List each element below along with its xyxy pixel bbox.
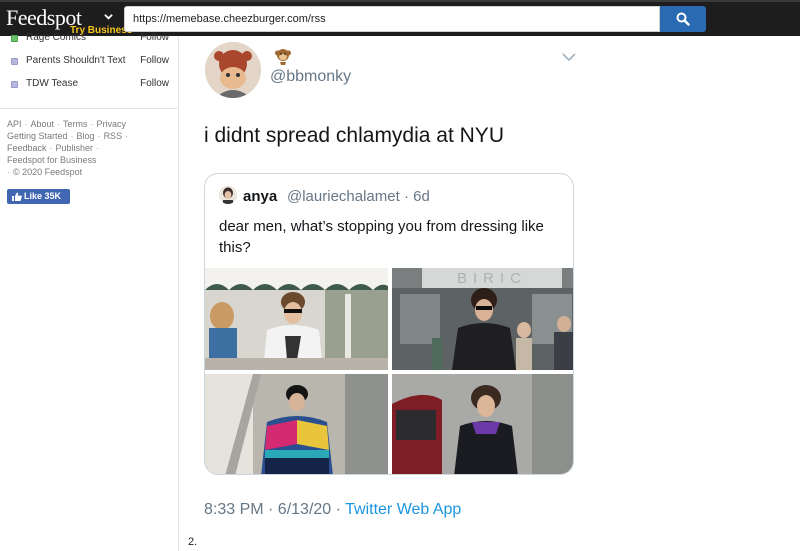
footer-links-row-1: API · About · Terms · Privacy [7, 119, 127, 129]
avatar[interactable] [205, 42, 261, 98]
url-input[interactable]: https://memebase.cheezburger.com/rss [124, 6, 660, 32]
feed-content: @bbmonky i didnt spread chlamydia at NYU… [180, 36, 800, 551]
feed-icon [11, 35, 18, 42]
sidebar: Rage Comics Follow Parents Shouldn't Tex… [0, 32, 179, 551]
street-photo-image: BIRIC [392, 268, 573, 370]
photo-grid: BIRIC [205, 268, 573, 474]
photo-1[interactable] [205, 268, 388, 370]
quoted-tweet[interactable]: anya @lauriechalamet · 6d dear men, what… [204, 173, 574, 475]
feedback-link[interactable]: Feedback [7, 143, 47, 153]
monkey-emoji-icon [275, 49, 291, 65]
street-photo-image [205, 374, 388, 474]
feed-icon [11, 58, 18, 65]
terms-link[interactable]: Terms [63, 119, 88, 129]
privacy-link[interactable]: Privacy [97, 119, 127, 129]
copyright: © 2020 Feedspot [13, 167, 83, 177]
photo-3[interactable] [205, 374, 388, 474]
like-count: Like 35K [24, 191, 62, 201]
storefront-sign: BIRIC [457, 270, 527, 287]
search-icon [676, 12, 690, 26]
footer-copyright-row: · © 2020 Feedspot [7, 167, 83, 177]
tweet-text: i didnt spread chlamydia at NYU [204, 124, 504, 147]
top-border [0, 0, 800, 2]
street-photo-image [392, 374, 573, 474]
tweet-timestamp-row: 8:33 PM · 6/13/20 · Twitter Web App [204, 501, 461, 519]
avatar-image [219, 186, 237, 204]
follow-button[interactable]: Follow [140, 55, 169, 66]
tweet-source-link[interactable]: Twitter Web App [345, 501, 461, 518]
feed-item[interactable]: Rage Comics Follow [0, 30, 179, 48]
chevron-down-icon [104, 14, 113, 20]
getting-started-link[interactable]: Getting Started [7, 131, 68, 141]
tweet-timestamp: 8:33 PM · 6/13/20 · [204, 501, 346, 518]
search-button[interactable] [660, 6, 706, 32]
feed-name: Parents Shouldn't Text [26, 55, 126, 66]
about-link[interactable]: About [31, 119, 55, 129]
footer-links-row-2: Getting Started · Blog · RSS · [7, 131, 129, 141]
avatar-image [205, 42, 261, 98]
business-link[interactable]: Feedspot for Business [7, 155, 97, 165]
quoted-author-name: anya [243, 188, 278, 205]
follow-button[interactable]: Follow [140, 78, 169, 89]
quoted-author-handle: @lauriechalamet · 6d [287, 188, 430, 205]
facebook-like-button[interactable]: Like 35K [7, 189, 70, 204]
follow-button[interactable]: Follow [140, 32, 169, 43]
feed-name: Rage Comics [26, 32, 87, 43]
chevron-down-icon[interactable] [562, 52, 576, 62]
thumbs-up-icon [12, 192, 22, 201]
street-photo-image [205, 268, 388, 370]
blog-link[interactable]: Blog [77, 131, 95, 141]
quoted-tweet-text: dear men, what’s stopping you from dress… [219, 218, 544, 256]
tweet-author-handle[interactable]: @bbmonky [270, 68, 351, 86]
footer-links-row-4: Feedspot for Business [7, 154, 97, 166]
footer-links-row-3: Feedback · Publisher · [7, 143, 100, 153]
publisher-link[interactable]: Publisher [56, 143, 94, 153]
item-number: 2. [188, 536, 198, 548]
photo-2[interactable]: BIRIC [392, 268, 573, 370]
sidebar-divider [0, 108, 179, 109]
avatar [219, 186, 237, 204]
photo-4[interactable] [392, 374, 573, 474]
feed-item[interactable]: TDW Tease Follow [0, 76, 179, 94]
rss-link[interactable]: RSS [104, 131, 123, 141]
feed-item[interactable]: Parents Shouldn't Text Follow [0, 53, 179, 71]
feed-name: TDW Tease [26, 78, 79, 89]
api-link[interactable]: API [7, 119, 22, 129]
feed-icon [11, 81, 18, 88]
